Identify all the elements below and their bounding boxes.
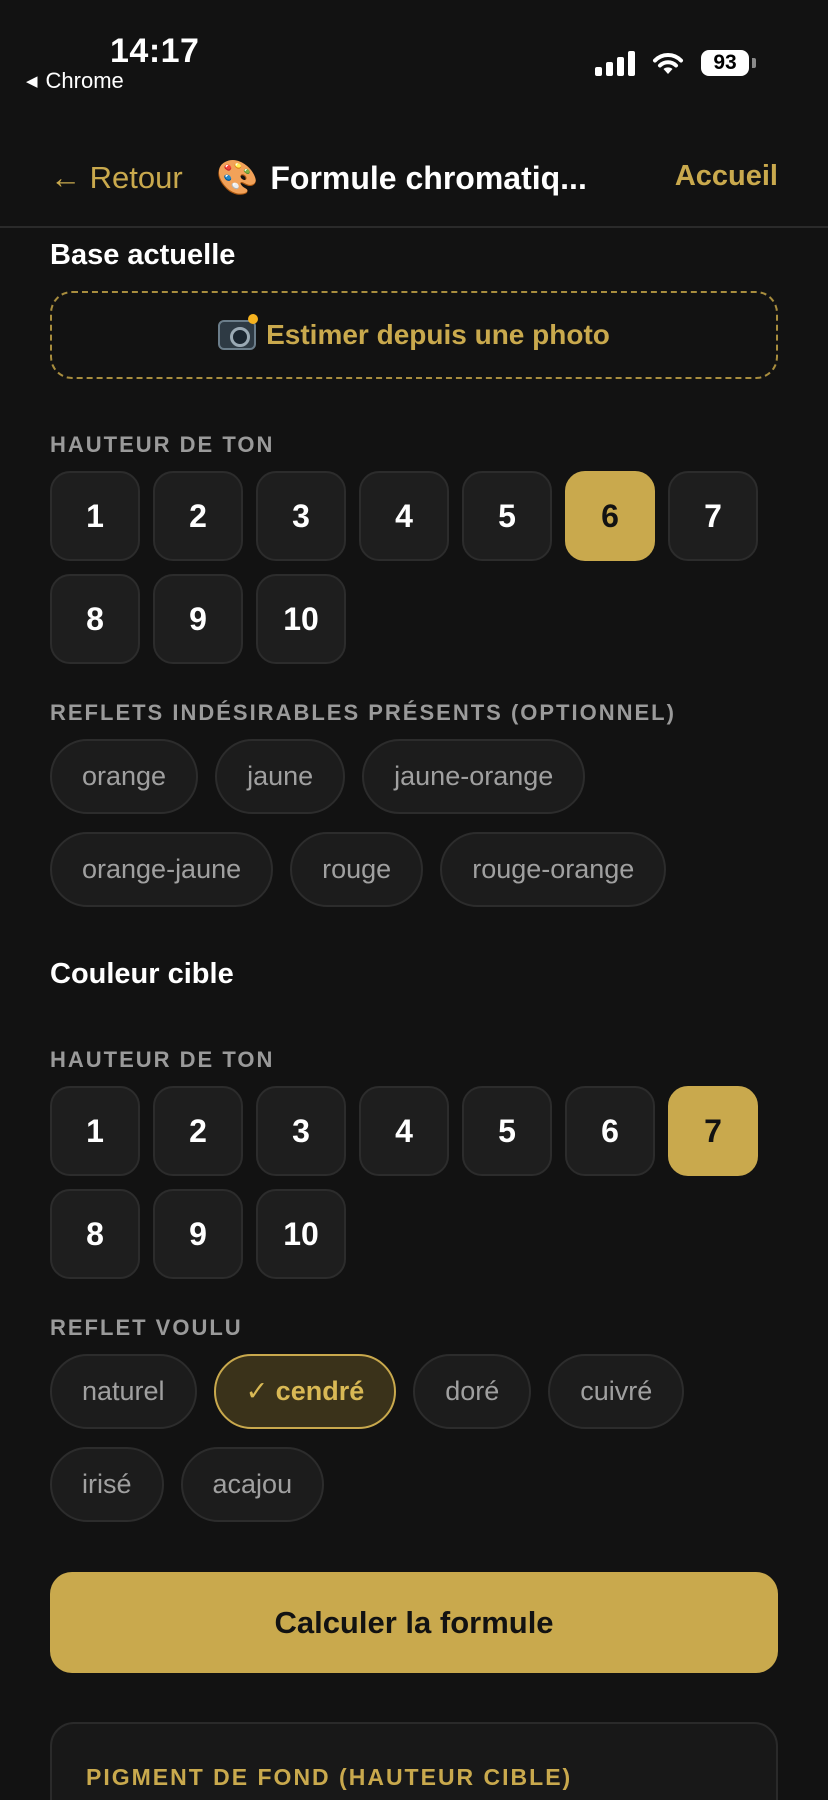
wanted-reflet-chips: naturel ✓ cendré doré cuivré irisé acajo…: [50, 1354, 778, 1522]
reflet-chip[interactable]: naturel: [50, 1354, 197, 1429]
status-time: 14:17: [110, 32, 200, 70]
camera-flash-icon: [218, 314, 259, 350]
reflet-chip[interactable]: rouge-orange: [440, 832, 667, 907]
target-tone-button[interactable]: 8: [50, 1189, 140, 1279]
battery-icon: 93: [701, 50, 756, 76]
battery-level: 93: [701, 50, 749, 76]
reflet-chip[interactable]: jaune-orange: [362, 739, 586, 814]
base-tone-button[interactable]: 5: [462, 471, 552, 561]
status-bar: 14:17 ◀ Chrome 93: [0, 0, 828, 110]
base-tone-button[interactable]: 9: [153, 574, 243, 664]
reflet-chip[interactable]: rouge: [290, 832, 424, 907]
cellular-signal-icon: [595, 50, 635, 76]
base-tone-button[interactable]: 4: [359, 471, 449, 561]
section-title-base: Base actuelle: [50, 239, 236, 271]
reflet-chip[interactable]: irisé: [50, 1447, 164, 1522]
reflet-chip[interactable]: cuivré: [548, 1354, 685, 1429]
target-tone-button[interactable]: 4: [359, 1086, 449, 1176]
page-title-text: Formule chromatiq...: [270, 159, 587, 196]
estimate-from-photo-button[interactable]: Estimer depuis une photo: [50, 291, 778, 379]
result-card: PIGMENT DE FOND (HAUTEUR CIBLE): [50, 1722, 778, 1800]
back-button[interactable]: ← Retour: [50, 160, 183, 196]
base-tone-button[interactable]: 2: [153, 471, 243, 561]
target-tone-button[interactable]: 10: [256, 1189, 346, 1279]
target-tone-button-selected[interactable]: 7: [668, 1086, 758, 1176]
back-app-label: Chrome: [45, 68, 124, 93]
target-tone-button[interactable]: 2: [153, 1086, 243, 1176]
base-tone-button[interactable]: 7: [668, 471, 758, 561]
base-tone-grid: 1 2 3 4 5 6 7 8 9 10: [50, 471, 758, 664]
reflet-chip[interactable]: orange-jaune: [50, 832, 274, 907]
section-title-target: Couleur cible: [50, 958, 234, 990]
calculate-formula-button[interactable]: Calculer la formule: [50, 1572, 778, 1673]
nav-header: ← Retour 🎨 Formule chromatiq... Accueil: [0, 140, 828, 228]
base-tone-button[interactable]: 3: [256, 471, 346, 561]
base-tone-button[interactable]: 8: [50, 574, 140, 664]
page-title: 🎨 Formule chromatiq...: [216, 158, 587, 198]
status-icons: 93: [595, 50, 756, 76]
target-tone-button[interactable]: 5: [462, 1086, 552, 1176]
reflet-chip[interactable]: jaune: [215, 739, 346, 814]
photo-button-label: Estimer depuis une photo: [266, 319, 610, 350]
palette-icon: 🎨: [216, 159, 259, 197]
home-button[interactable]: Accueil: [675, 160, 778, 193]
base-tone-button[interactable]: 10: [256, 574, 346, 664]
wanted-reflet-label: REFLET VOULU: [50, 1315, 243, 1340]
unwanted-reflets-chips: orange jaune jaune-orange orange-jaune r…: [50, 739, 778, 907]
target-tone-button[interactable]: 1: [50, 1086, 140, 1176]
target-tone-button[interactable]: 3: [256, 1086, 346, 1176]
reflet-chip[interactable]: orange: [50, 739, 199, 814]
result-label: PIGMENT DE FOND (HAUTEUR CIBLE): [86, 1764, 573, 1790]
back-triangle-icon: ◀: [26, 73, 38, 90]
base-tone-button-selected[interactable]: 6: [565, 471, 655, 561]
reflet-chip[interactable]: acajou: [180, 1447, 325, 1522]
base-tone-label: HAUTEUR DE TON: [50, 432, 275, 457]
target-tone-label: HAUTEUR DE TON: [50, 1047, 275, 1072]
back-to-app-link[interactable]: ◀ Chrome: [26, 68, 124, 94]
target-tone-grid: 1 2 3 4 5 6 7 8 9 10: [50, 1086, 758, 1279]
wifi-icon: [653, 53, 683, 74]
base-tone-button[interactable]: 1: [50, 471, 140, 561]
reflet-chip-selected[interactable]: ✓ cendré: [213, 1354, 397, 1429]
target-tone-button[interactable]: 9: [153, 1189, 243, 1279]
target-tone-button[interactable]: 6: [565, 1086, 655, 1176]
reflet-chip[interactable]: doré: [413, 1354, 532, 1429]
unwanted-reflets-label: REFLETS INDÉSIRABLES PRÉSENTS (OPTIONNEL…: [50, 700, 676, 725]
